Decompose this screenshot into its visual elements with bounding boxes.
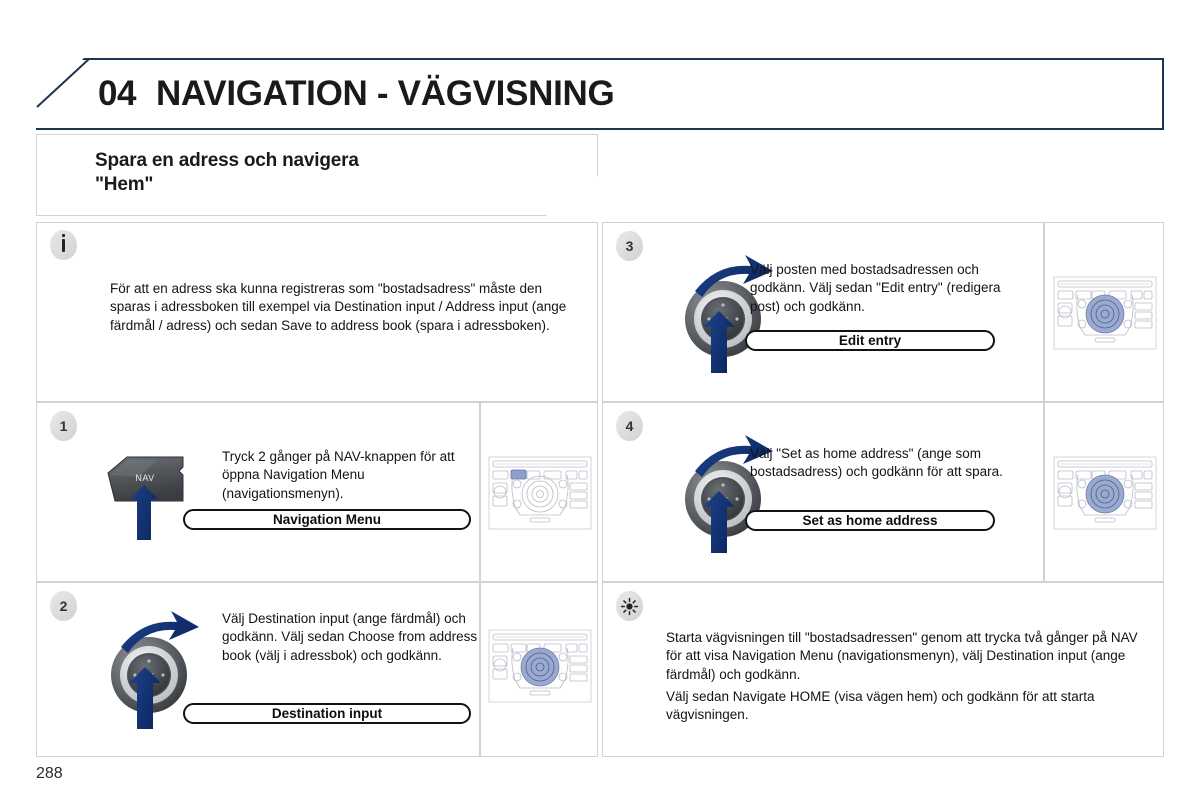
chapter-title: NAVIGATION - VÄGVISNING bbox=[155, 74, 615, 113]
chapter-banner: 04 NAVIGATION - VÄGVISNING bbox=[36, 58, 1164, 130]
page-title: 04 NAVIGATION - VÄGVISNING bbox=[98, 74, 615, 114]
edit-entry-button[interactable]: Edit entry bbox=[745, 330, 995, 351]
step-3-thumbnail-panel bbox=[1044, 222, 1164, 402]
step-4-number-badge: 4 bbox=[616, 411, 643, 441]
info-icon bbox=[50, 230, 77, 260]
step-4-text: Välj "Set as home address" (ange som bos… bbox=[750, 446, 1003, 480]
navigation-menu-button[interactable]: Navigation Menu bbox=[183, 509, 471, 530]
step-3-text: Välj posten med bostadsadressen och godk… bbox=[750, 262, 1001, 314]
info-note-text: För att en adress ska kunna registreras … bbox=[110, 281, 567, 333]
step-4-panel: 4 OK bbox=[602, 402, 1044, 582]
banner-corner-diagonal bbox=[36, 58, 90, 108]
tip-sun-icon bbox=[616, 591, 643, 621]
center-console-knob-highlighted-icon bbox=[1053, 456, 1157, 530]
center-console-knob-highlighted-icon bbox=[1053, 276, 1157, 350]
tip-note-panel: Starta vägvisningen till "bostadsadresse… bbox=[602, 582, 1164, 757]
step-2-thumbnail-panel bbox=[480, 582, 598, 757]
step-2-text: Välj Destination input (ange färdmål) oc… bbox=[222, 611, 478, 663]
step-1-number-badge: 1 bbox=[50, 411, 77, 441]
step-3-number-badge: 3 bbox=[616, 231, 643, 261]
tip-note-paragraph-2: Välj sedan Navigate HOME (visa vägen hem… bbox=[666, 689, 1095, 723]
section-title: Spara en adress och navigera "Hem" bbox=[95, 150, 359, 196]
nav-button-graphic: NAV bbox=[107, 456, 184, 540]
info-note-panel: För att en adress ska kunna registreras … bbox=[36, 222, 598, 402]
destination-input-button[interactable]: Destination input bbox=[183, 703, 471, 724]
step-2-number-badge: 2 bbox=[50, 591, 77, 621]
step-2-panel: 2 OK bbox=[36, 582, 480, 757]
step-1-text: Tryck 2 gånger på NAV-knappen för att öp… bbox=[222, 449, 455, 501]
page-number: 288 bbox=[36, 765, 63, 782]
step-3-panel: 3 OK bbox=[602, 222, 1044, 402]
chapter-number: 04 bbox=[98, 74, 136, 113]
set-as-home-address-button[interactable]: Set as home address bbox=[745, 510, 995, 531]
tip-note-paragraph-1: Starta vägvisningen till "bostadsadresse… bbox=[666, 630, 1138, 682]
step-1-panel: 1 NAV Tryck 2 gånger på NAV-knappen för … bbox=[36, 402, 480, 582]
center-console-nav-highlighted-icon bbox=[488, 456, 592, 530]
step-4-thumbnail-panel bbox=[1044, 402, 1164, 582]
center-console-knob-highlighted-icon bbox=[488, 629, 592, 703]
sun-icon-glyph bbox=[620, 597, 639, 615]
svg-text:NAV: NAV bbox=[135, 473, 154, 483]
section-title-plate: Spara en adress och navigera "Hem" bbox=[36, 134, 598, 216]
step-1-thumbnail-panel bbox=[480, 402, 598, 582]
